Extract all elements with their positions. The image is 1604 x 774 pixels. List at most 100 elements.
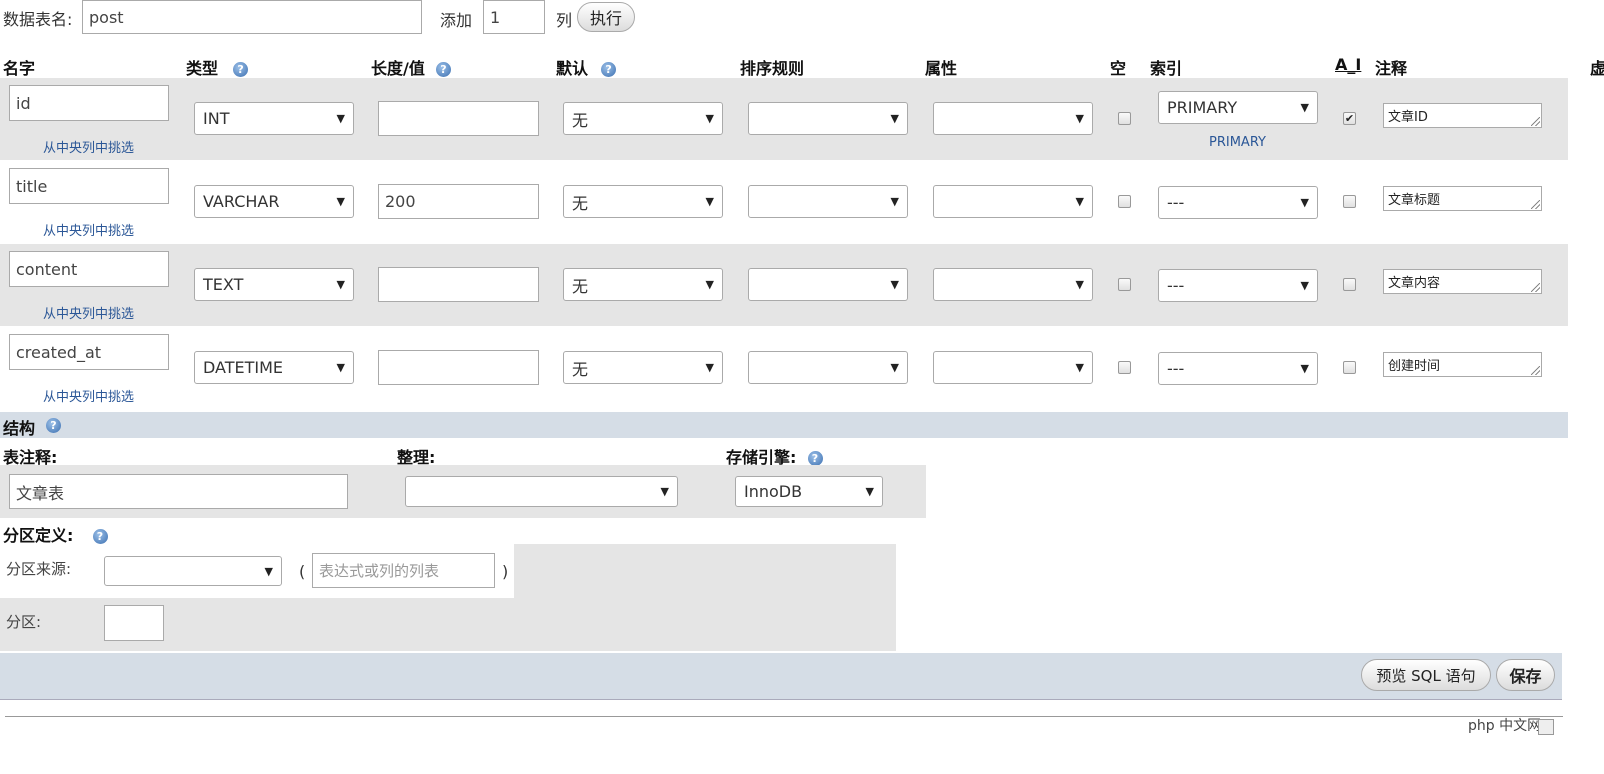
help-icon[interactable]: ? xyxy=(92,529,108,544)
ai-checkbox[interactable]: ✔ xyxy=(1343,112,1356,125)
index-select[interactable]: PRIMARY ▼ xyxy=(1158,91,1318,124)
help-icon[interactable]: ? xyxy=(233,62,249,77)
execute-button[interactable]: 执行 xyxy=(577,2,635,32)
table-collation-select[interactable]: ▼ xyxy=(405,476,678,507)
partition-title: 分区定义: xyxy=(3,526,74,545)
header-ai: A_I xyxy=(1335,55,1362,74)
comment-textarea[interactable]: 文章标题 xyxy=(1383,186,1542,211)
comment-textarea[interactable]: 文章内容 xyxy=(1383,269,1542,294)
header-type-label: 类型 xyxy=(186,59,219,78)
pick-central-link[interactable]: 从中央列中挑选 xyxy=(43,137,134,156)
structure-bar: 结构 ? xyxy=(0,412,1568,438)
ai-checkbox[interactable] xyxy=(1343,195,1356,208)
preview-sql-button[interactable]: 预览 SQL 语句 xyxy=(1361,659,1491,691)
partition-expression-input[interactable]: 表达式或列的列表 xyxy=(312,553,495,588)
resize-grip-icon[interactable] xyxy=(1531,200,1540,209)
column-name-input[interactable]: title xyxy=(9,168,169,204)
caret-down-icon: ▼ xyxy=(890,278,899,291)
resize-grip-icon[interactable] xyxy=(1531,366,1540,375)
type-select[interactable]: DATETIME ▼ xyxy=(194,351,354,384)
caret-down-icon: ▼ xyxy=(660,485,669,498)
length-input[interactable] xyxy=(378,267,539,302)
null-checkbox[interactable] xyxy=(1118,361,1131,374)
add-label: 添加 xyxy=(440,11,473,30)
help-icon[interactable]: ? xyxy=(601,62,617,77)
pick-central-link[interactable]: 从中央列中挑选 xyxy=(43,303,134,322)
default-select[interactable]: 无 ▼ xyxy=(563,268,723,301)
pick-central-link[interactable]: 从中央列中挑选 xyxy=(43,220,134,239)
type-select[interactable]: TEXT ▼ xyxy=(194,268,354,301)
default-select[interactable]: 无 ▼ xyxy=(563,185,723,218)
attributes-select[interactable]: ▼ xyxy=(933,268,1093,301)
caret-down-icon: ▼ xyxy=(865,485,874,498)
collation-select[interactable]: ▼ xyxy=(748,351,908,384)
type-select[interactable]: VARCHAR ▼ xyxy=(194,185,354,218)
index-value: --- xyxy=(1167,359,1185,378)
table-name-input[interactable]: post xyxy=(82,0,422,34)
engine-select[interactable]: InnoDB ▼ xyxy=(735,476,883,507)
caret-down-icon: ▼ xyxy=(336,278,345,291)
caret-down-icon: ▼ xyxy=(1075,112,1084,125)
partition-source-label: 分区来源: xyxy=(6,560,72,578)
watermark: php 中文网 xyxy=(1468,718,1542,734)
collation-select[interactable]: ▼ xyxy=(748,268,908,301)
index-value: --- xyxy=(1167,193,1185,212)
length-input[interactable]: 200 xyxy=(378,184,539,219)
type-select[interactable]: INT ▼ xyxy=(194,102,354,135)
null-checkbox[interactable] xyxy=(1118,112,1131,125)
header-default: 默认 ? xyxy=(556,55,617,79)
help-icon[interactable]: ? xyxy=(807,451,823,466)
column-name-input[interactable]: id xyxy=(9,85,169,121)
caret-down-icon: ▼ xyxy=(705,112,714,125)
collation-select[interactable]: ▼ xyxy=(748,102,908,135)
partition-source-select[interactable]: ▼ xyxy=(104,556,282,586)
index-select[interactable]: --- ▼ xyxy=(1158,186,1318,219)
default-select[interactable]: 无 ▼ xyxy=(563,351,723,384)
index-select[interactable]: --- ▼ xyxy=(1158,269,1318,302)
attributes-select[interactable]: ▼ xyxy=(933,102,1093,135)
help-icon[interactable]: ? xyxy=(46,418,61,433)
length-input[interactable] xyxy=(378,101,539,136)
null-checkbox[interactable] xyxy=(1118,195,1131,208)
caret-down-icon: ▼ xyxy=(336,112,345,125)
default-value: 无 xyxy=(572,110,589,130)
caret-down-icon: ▼ xyxy=(705,195,714,208)
save-button[interactable]: 保存 xyxy=(1496,659,1555,691)
header-cut: 虚 xyxy=(1590,59,1604,78)
column-name-input[interactable]: created_at xyxy=(9,334,169,370)
partitions-input[interactable] xyxy=(104,605,164,641)
collation-select[interactable]: ▼ xyxy=(748,185,908,218)
caret-down-icon: ▼ xyxy=(1075,278,1084,291)
comment-text: 文章标题 xyxy=(1388,193,1441,208)
comment-text: 文章ID xyxy=(1388,110,1428,125)
caret-down-icon: ▼ xyxy=(890,361,899,374)
comment-textarea[interactable]: 文章ID xyxy=(1383,103,1542,128)
footer-bar xyxy=(0,653,1562,700)
divider xyxy=(5,716,1563,717)
pick-central-link[interactable]: 从中央列中挑选 xyxy=(43,386,134,405)
add-count-input[interactable]: 1 xyxy=(483,0,545,34)
comment-textarea[interactable]: 创建时间 xyxy=(1383,352,1542,377)
attributes-select[interactable]: ▼ xyxy=(933,185,1093,218)
resize-grip-icon[interactable] xyxy=(1531,283,1540,292)
null-checkbox[interactable] xyxy=(1118,278,1131,291)
table-name-label: 数据表名: xyxy=(3,10,73,29)
help-icon[interactable]: ? xyxy=(435,62,451,77)
default-value: 无 xyxy=(572,193,589,213)
type-value: VARCHAR xyxy=(203,192,280,211)
default-select[interactable]: 无 ▼ xyxy=(563,102,723,135)
default-value: 无 xyxy=(572,276,589,296)
index-sub-link[interactable]: PRIMARY xyxy=(1209,135,1266,150)
comment-text: 文章内容 xyxy=(1388,276,1441,291)
length-input[interactable] xyxy=(378,350,539,385)
attributes-select[interactable]: ▼ xyxy=(933,351,1093,384)
index-value: --- xyxy=(1167,276,1185,295)
column-label: 列 xyxy=(556,11,573,30)
index-select[interactable]: --- ▼ xyxy=(1158,352,1318,385)
table-comment-input[interactable]: 文章表 xyxy=(9,474,348,509)
header-name: 名字 xyxy=(3,59,36,78)
column-name-input[interactable]: content xyxy=(9,251,169,287)
ai-checkbox[interactable] xyxy=(1343,278,1356,291)
ai-checkbox[interactable] xyxy=(1343,361,1356,374)
resize-grip-icon[interactable] xyxy=(1531,117,1540,126)
